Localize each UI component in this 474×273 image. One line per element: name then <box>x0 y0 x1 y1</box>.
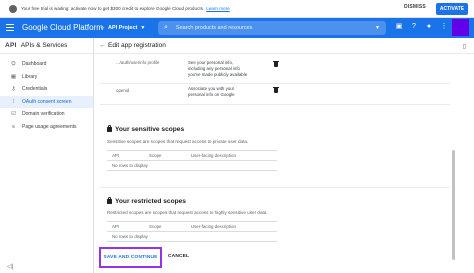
col-api: API <box>112 153 120 158</box>
sidebar-title: APIs & Services <box>20 42 68 49</box>
project-name: API Project <box>108 25 138 31</box>
sidebar-item-dashboard[interactable]: ⛭ Dashboard <box>0 58 93 71</box>
col-scope: Scope <box>149 224 162 229</box>
dismiss-button[interactable]: DISMISS <box>404 4 426 10</box>
empty-row: No rows to display <box>107 161 277 171</box>
sidebar-item-page-usage[interactable]: ≡ Page usage agreements <box>0 121 93 134</box>
row-divider <box>100 83 450 84</box>
table-header: API Scope User-facing description <box>107 151 277 161</box>
project-icon: ⁘ <box>100 25 106 32</box>
col-api: API <box>112 224 120 229</box>
cancel-button[interactable]: CANCEL <box>168 254 189 259</box>
scope-description: Associate you with your personal info on… <box>188 86 235 97</box>
project-selector[interactable]: ⁘ API Project ▼ <box>100 22 145 34</box>
consent-icon: ⁝ <box>12 98 15 105</box>
save-and-continue-button[interactable]: SAVE AND CONTINUE <box>99 247 162 268</box>
top-bar: Google Cloud Platform ⁘ API Project ▼ ⌕ … <box>0 18 474 38</box>
settings-list-icon: ≡ <box>11 123 16 130</box>
sensitive-scopes-desc: Sensitive scopes are scopes that request… <box>107 139 249 144</box>
lock-icon <box>107 124 112 132</box>
trial-banner: Your free trial is waiting: activate now… <box>0 0 474 18</box>
scrollbar-thumb[interactable] <box>452 150 455 260</box>
sidebar-item-library[interactable]: ▦ Library <box>0 71 93 84</box>
cloud-shell-icon[interactable]: ▣ <box>395 23 403 31</box>
restricted-scopes-title: Your restricted scopes <box>107 196 186 205</box>
show-info-panel-icon[interactable]: ▯ <box>463 43 466 50</box>
delete-icon[interactable] <box>273 86 279 93</box>
sidebar-item-label: Dashboard <box>22 61 47 68</box>
scope-name: openid <box>116 88 130 93</box>
section-divider <box>100 187 450 188</box>
scope-description: See your personal info, including any pe… <box>188 60 248 77</box>
checkbox-icon: ☑ <box>11 111 16 118</box>
empty-row: No rows to display <box>107 232 277 242</box>
delete-icon[interactable] <box>273 60 279 67</box>
restricted-scopes-table: API Scope User-facing description No row… <box>107 221 277 242</box>
collapse-sidebar-icon[interactable]: ◁| <box>7 263 13 270</box>
sidebar-item-oauth-consent[interactable]: ⁝ OAuth consent screen <box>0 95 93 108</box>
page-title: Edit app registration <box>108 42 166 49</box>
save-button-label: SAVE AND CONTINUE <box>103 255 158 260</box>
sidebar: API APIs & Services ⛭ Dashboard ▦ Librar… <box>0 38 94 273</box>
search-icon: ⌕ <box>164 24 168 31</box>
dashboard-icon: ⛭ <box>11 61 16 68</box>
search-placeholder: Search products and resources <box>175 25 253 31</box>
main-header: ← Edit app registration ▯ <box>95 38 474 54</box>
key-icon: ⚷ <box>11 86 16 93</box>
search-expand-icon[interactable]: ▼ <box>375 25 380 31</box>
search-bar[interactable]: ⌕ Search products and resources ▼ <box>158 21 386 35</box>
scope-name: .../auth/userinfo profile <box>116 60 160 65</box>
back-arrow-icon[interactable]: ← <box>99 42 106 49</box>
sidebar-item-label: Domain verification <box>22 111 65 118</box>
info-icon <box>9 4 17 13</box>
brand-title[interactable]: Google Cloud Platform <box>22 23 103 32</box>
library-icon: ▦ <box>10 73 17 80</box>
lock-icon <box>107 196 112 204</box>
col-description: User-facing description <box>191 224 236 229</box>
avatar[interactable] <box>452 19 469 36</box>
table-header: API Scope User-facing description <box>107 222 277 232</box>
more-vert-icon[interactable]: ⋮ <box>440 23 448 31</box>
sidebar-item-label: OAuth consent screen <box>22 98 72 105</box>
col-scope: Scope <box>149 153 162 158</box>
sidebar-header: API APIs & Services <box>0 38 93 54</box>
notifications-icon[interactable]: ● <box>425 23 433 31</box>
learn-more-link[interactable]: Learn more <box>206 6 230 11</box>
section-title-text: Your sensitive scopes <box>115 126 185 133</box>
col-description: User-facing description <box>191 153 236 158</box>
chevron-down-icon: ▼ <box>140 25 146 31</box>
topbar-icons: ▣ ? ● ⋮ <box>395 23 448 31</box>
help-icon[interactable]: ? <box>410 23 418 31</box>
sidebar-item-domain-verification[interactable]: ☑ Domain verification <box>0 108 93 121</box>
restricted-scopes-desc: Restricted scopes are scopes that reques… <box>107 210 268 215</box>
activate-button[interactable]: ACTIVATE <box>436 3 468 15</box>
row-divider <box>100 104 450 105</box>
api-badge: API <box>5 42 17 49</box>
sensitive-scopes-title: Your sensitive scopes <box>107 124 185 133</box>
section-title-text: Your restricted scopes <box>115 198 186 205</box>
sensitive-scopes-table: API Scope User-facing description No row… <box>107 150 277 171</box>
sidebar-item-credentials[interactable]: ⚷ Credentials <box>0 83 93 96</box>
sidebar-item-label: Page usage agreements <box>22 123 77 130</box>
sidebar-item-label: Library <box>22 73 38 80</box>
sidebar-item-label: Credentials <box>22 86 48 93</box>
menu-icon[interactable] <box>6 24 14 31</box>
trial-message: Your free trial is waiting: activate now… <box>21 6 205 11</box>
